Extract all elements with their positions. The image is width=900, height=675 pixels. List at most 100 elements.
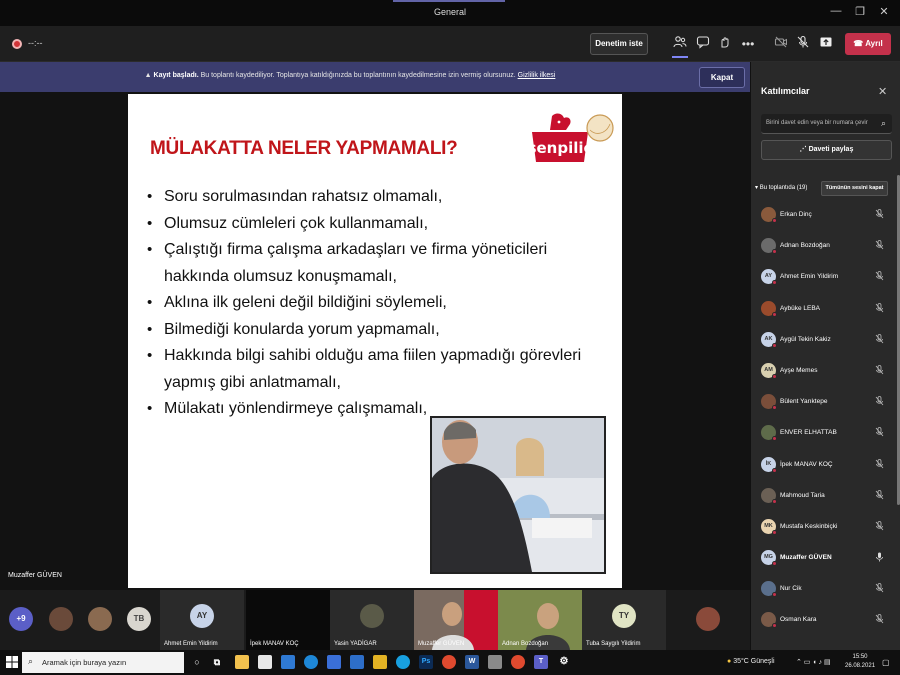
clock-date: 26.08.2021 xyxy=(845,663,876,669)
participant-row[interactable]: Adnan Bozdoğan xyxy=(751,230,897,261)
mic-off-icon[interactable] xyxy=(875,489,884,502)
participant-row[interactable]: Aybüke LEBA xyxy=(751,293,897,324)
mic-off-icon[interactable] xyxy=(875,271,884,283)
participant-row[interactable]: İK İpek MANAV KOÇ xyxy=(751,449,897,480)
close-window-button[interactable]: ✕ xyxy=(874,5,894,18)
chrome-icon[interactable] xyxy=(511,655,525,669)
weather-widget[interactable]: ● 35°C Güneşli xyxy=(727,658,775,665)
title-accent xyxy=(393,0,505,2)
mic-off-icon[interactable] xyxy=(875,240,884,252)
share-invite-button[interactable]: ⋰ Daveti paylaş xyxy=(761,140,892,160)
mail-icon[interactable] xyxy=(281,655,295,669)
leave-button[interactable]: ☎ Ayrıl xyxy=(845,33,891,55)
share-icon[interactable] xyxy=(817,35,835,53)
task-view-icon[interactable]: ⧉ xyxy=(210,655,224,669)
app-icon[interactable] xyxy=(373,655,387,669)
participant-name: ENVER ELHATTAB xyxy=(780,429,837,437)
section-header[interactable]: ▾ Bu toplantıda (19) xyxy=(755,184,807,191)
avatar[interactable] xyxy=(696,607,720,631)
participant-row[interactable]: Mahmoud Taria xyxy=(751,480,897,511)
participant-row[interactable]: Nur Cik xyxy=(751,573,897,604)
privacy-link[interactable]: Gizlilik ilkesi xyxy=(518,72,556,79)
participant-row[interactable]: AK Aygül Tekin Kakiz xyxy=(751,324,897,355)
invite-input[interactable]: Birini davet edin veya bir numara çevir … xyxy=(761,114,892,134)
window-title: General xyxy=(433,7,467,17)
minimize-button[interactable]: — xyxy=(826,5,846,17)
banner-message: ▲ Kayıt başladı. Bu toplantı kaydediliyo… xyxy=(0,72,700,79)
mic-off-icon[interactable] xyxy=(875,333,884,346)
video-tile[interactable]: Yasin YADİGAR xyxy=(330,590,414,650)
settings-icon[interactable]: ⚙ xyxy=(557,655,571,669)
participant-name: İpek MANAV KOÇ xyxy=(780,460,833,468)
avatar[interactable] xyxy=(88,607,112,631)
close-banner-button[interactable]: Kapat xyxy=(699,67,745,88)
participant-row[interactable]: Bülent Yarıktepe xyxy=(751,386,897,417)
camera-off-icon[interactable] xyxy=(772,35,790,53)
reactions-icon[interactable] xyxy=(716,35,734,53)
avatar[interactable] xyxy=(49,607,73,631)
mic-off-icon[interactable] xyxy=(875,209,884,221)
close-icon[interactable]: ✕ xyxy=(878,85,887,98)
participant-row[interactable]: AY Ahmet Emin Yildirim xyxy=(751,261,897,292)
avatar xyxy=(761,394,777,411)
avatar: İK xyxy=(761,456,777,473)
video-tile[interactable]: Adnan Bozdoğan xyxy=(498,590,582,650)
taskbar-search-input[interactable]: ⌕ Aramak için buraya yazın xyxy=(22,652,184,673)
participant-row[interactable]: AM Ayşe Memes xyxy=(751,355,897,386)
mic-off-icon[interactable] xyxy=(875,583,884,595)
request-control-button[interactable]: Denetim iste xyxy=(590,33,648,55)
mic-off-icon[interactable] xyxy=(875,614,884,626)
tray-icons[interactable]: ⌃ ▭ ◖ ♪ ▤ xyxy=(796,658,831,666)
more-participants-badge[interactable]: +9 xyxy=(9,607,33,631)
chrome-icon[interactable] xyxy=(442,655,456,669)
avatar xyxy=(360,604,384,628)
video-tile[interactable]: TY Tuba Saygılı Yildirim xyxy=(582,590,666,650)
senpilic-logo: şenpiliç xyxy=(528,113,614,162)
mic-off-icon[interactable] xyxy=(875,365,884,377)
participant-row[interactable]: ENVER ELHATTAB xyxy=(751,417,897,448)
participant-row[interactable]: Erkan Dinç xyxy=(751,199,897,230)
mic-off-icon[interactable] xyxy=(875,520,884,533)
more-icon[interactable]: ••• xyxy=(739,35,757,53)
app-icon[interactable] xyxy=(488,655,502,669)
video-tile[interactable]: AY Ahmet Emin Yildirim xyxy=(160,590,244,650)
interview-photo xyxy=(430,416,606,574)
participant-row[interactable]: MK Mustafa Keskinbiçki xyxy=(751,511,897,542)
mic-off-icon[interactable] xyxy=(794,35,812,53)
mic-icon[interactable] xyxy=(875,552,884,564)
participant-row[interactable]: MG Muzaffer GÜVEN xyxy=(751,542,897,573)
slide-title: MÜLAKATTA NELER YAPMAMALI? xyxy=(150,138,458,159)
remote-desktop-icon[interactable] xyxy=(350,655,364,669)
participant-name: Muzaffer GÜVEN xyxy=(780,554,832,562)
mic-off-icon[interactable] xyxy=(875,396,884,408)
cortana-icon[interactable]: ○ xyxy=(190,655,204,669)
recording-status-dot xyxy=(772,467,777,473)
video-tile[interactable]: İpek MANAV KOÇ xyxy=(246,590,330,650)
word-icon[interactable]: W xyxy=(465,655,479,669)
tile-name: İpek MANAV KOÇ xyxy=(250,641,299,647)
notifications-icon[interactable]: ▢ xyxy=(882,658,890,667)
store-icon[interactable] xyxy=(258,655,272,669)
search-icon: ⌕ xyxy=(28,656,34,666)
edge-icon[interactable] xyxy=(304,655,318,669)
mute-all-button[interactable]: Tümünün sesini kapat xyxy=(821,181,888,196)
people-icon[interactable] xyxy=(671,35,689,53)
file-explorer-icon[interactable] xyxy=(235,655,249,669)
participant-row[interactable]: Osman Kara xyxy=(751,604,897,635)
recording-status-dot xyxy=(772,592,777,598)
mic-off-icon[interactable] xyxy=(875,427,884,439)
video-tile[interactable]: Muzaffer GÜVEN xyxy=(414,590,498,650)
mic-off-icon[interactable] xyxy=(875,458,884,471)
windows-start-icon[interactable] xyxy=(6,656,18,668)
system-clock[interactable]: 15:50 26.08.2021 xyxy=(845,653,875,671)
chat-icon[interactable] xyxy=(694,35,712,53)
share-invite-label: Daveti paylaş xyxy=(808,146,854,153)
calendar-icon[interactable] xyxy=(327,655,341,669)
bullet-item: Hakkında bilgi sahibi olduğu ama fiilen … xyxy=(146,343,616,396)
photoshop-icon[interactable]: Ps xyxy=(419,655,433,669)
mic-off-icon[interactable] xyxy=(875,302,884,315)
browser-icon[interactable] xyxy=(396,655,410,669)
maximize-button[interactable]: ❐ xyxy=(850,5,870,18)
avatar[interactable]: TB xyxy=(127,607,151,631)
teams-icon[interactable]: T xyxy=(534,655,548,669)
